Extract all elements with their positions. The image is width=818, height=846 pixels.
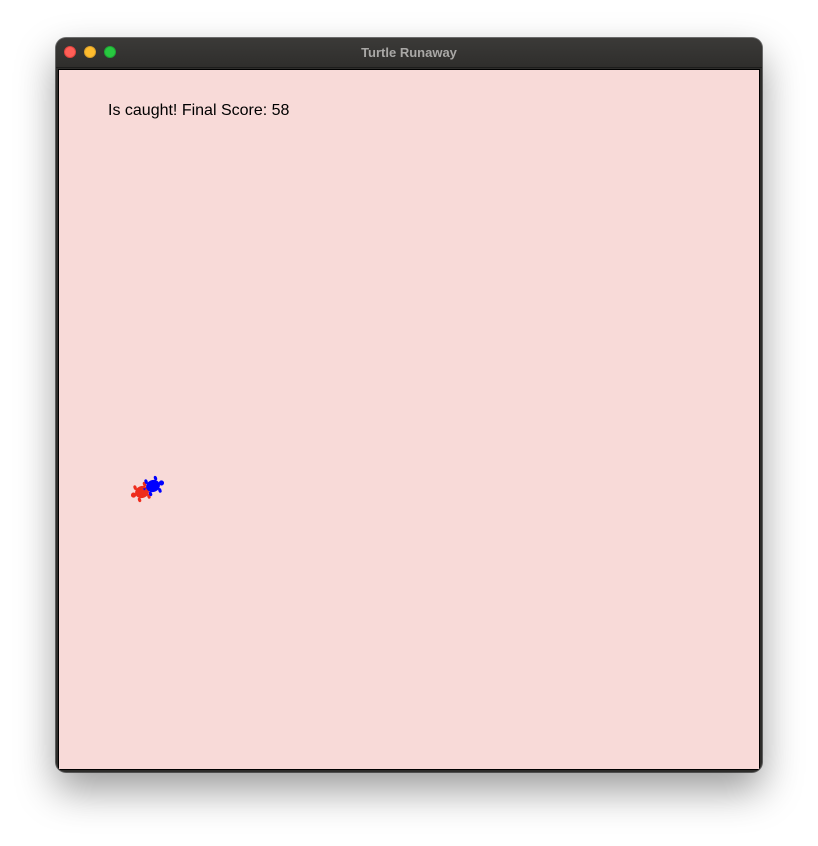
title-bar[interactable]: Turtle Runaway: [56, 38, 762, 68]
score-status-text: Is caught! Final Score: 58: [108, 102, 290, 119]
runner-turtle-icon: [143, 475, 165, 497]
app-window: Turtle Runaway Is caught! Final Score: 5…: [56, 38, 762, 772]
game-canvas[interactable]: Is caught! Final Score: 58: [58, 69, 760, 770]
window-title: Turtle Runaway: [361, 45, 457, 60]
